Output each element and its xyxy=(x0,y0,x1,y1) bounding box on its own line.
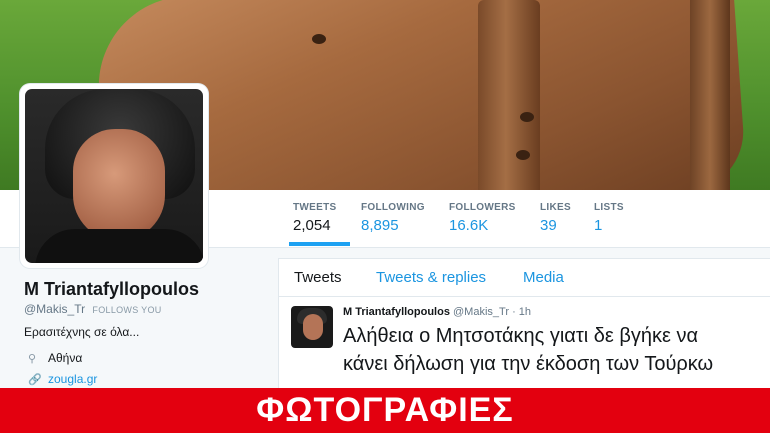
banner-wood-post xyxy=(478,0,540,190)
tweet-author-name[interactable]: M Triantafyllopoulos xyxy=(343,306,450,318)
stat-likes[interactable]: LIKES 39 xyxy=(540,202,571,234)
avatar-body xyxy=(35,229,203,263)
stat-value: 39 xyxy=(540,217,557,234)
tweet-header: M Triantafyllopoulos @Makis_Tr · 1h xyxy=(343,306,531,318)
tweet-item[interactable]: M Triantafyllopoulos @Makis_Tr · 1h Αλήθ… xyxy=(279,298,770,398)
photos-overlay-banner: ΦΩΤΟΓΡΑΦΙΕΣ xyxy=(0,388,770,433)
tab-media[interactable]: Media xyxy=(523,269,564,286)
stat-following[interactable]: FOLLOWING 8,895 xyxy=(361,202,425,234)
profile-handle[interactable]: @Makis_Tr xyxy=(24,302,85,316)
tweet-author-handle[interactable]: @Makis_Tr xyxy=(453,306,509,318)
profile-handle-row: @Makis_Tr FOLLOWS YOU xyxy=(24,302,162,316)
stat-label: LIKES xyxy=(540,202,571,213)
stat-lists[interactable]: LISTS 1 xyxy=(594,202,624,234)
profile-name[interactable]: M Triantafyllopoulos xyxy=(24,279,199,300)
tweet-separator: · xyxy=(512,306,516,318)
stat-value: 2,054 xyxy=(293,217,331,234)
avatar-photo xyxy=(25,89,203,263)
stat-label: FOLLOWERS xyxy=(449,202,516,213)
stat-followers[interactable]: FOLLOWERS 16.6K xyxy=(449,202,516,234)
profile-location: ⚲ Αθήνα xyxy=(28,351,82,365)
avatar-face xyxy=(73,129,165,241)
overlay-label: ΦΩΤΟΓΡΑΦΙΕΣ xyxy=(256,391,514,429)
website-link[interactable]: zougla.gr xyxy=(48,372,97,386)
tweet-text: Αλήθεια ο Μητσοτάκης γιατι δε βγήκε να κ… xyxy=(343,322,770,378)
stat-value: 1 xyxy=(594,217,603,234)
tweet-avatar[interactable] xyxy=(291,306,333,348)
tweet-text-line: κάνει δήλωση για την έκδοση των Τούρκω xyxy=(343,353,714,375)
tab-tweets-replies[interactable]: Tweets & replies xyxy=(376,269,486,286)
link-icon: 🔗 xyxy=(28,374,42,386)
follows-you-badge: FOLLOWS YOU xyxy=(92,305,162,315)
tweet-avatar-face xyxy=(303,314,323,340)
tweet-time[interactable]: 1h xyxy=(519,306,531,318)
map-pin-icon: ⚲ xyxy=(28,353,37,365)
banner-hole xyxy=(516,150,530,160)
stat-label: FOLLOWING xyxy=(361,202,425,213)
tab-tweets[interactable]: Tweets xyxy=(294,269,342,286)
stat-label: TWEETS xyxy=(293,202,337,213)
tweet-text-line: Αλήθεια ο Μητσοτάκης γιατι δε βγήκε να xyxy=(343,325,698,347)
banner-wood-post-right xyxy=(690,0,730,190)
banner-hole xyxy=(312,34,326,44)
stat-value: 8,895 xyxy=(361,217,399,234)
banner-hole xyxy=(520,112,534,122)
timeline-tabs: Tweets Tweets & replies Media xyxy=(279,259,770,297)
profile-bio: Ερασιτέχνης σε όλα... xyxy=(24,325,140,339)
location-text: Αθήνα xyxy=(48,351,83,365)
stat-value: 16.6K xyxy=(449,217,489,234)
profile-avatar[interactable] xyxy=(20,84,208,268)
stat-label: LISTS xyxy=(594,202,624,213)
profile-website[interactable]: 🔗 zougla.gr xyxy=(28,372,97,386)
stat-tweets[interactable]: TWEETS 2,054 xyxy=(288,202,352,246)
